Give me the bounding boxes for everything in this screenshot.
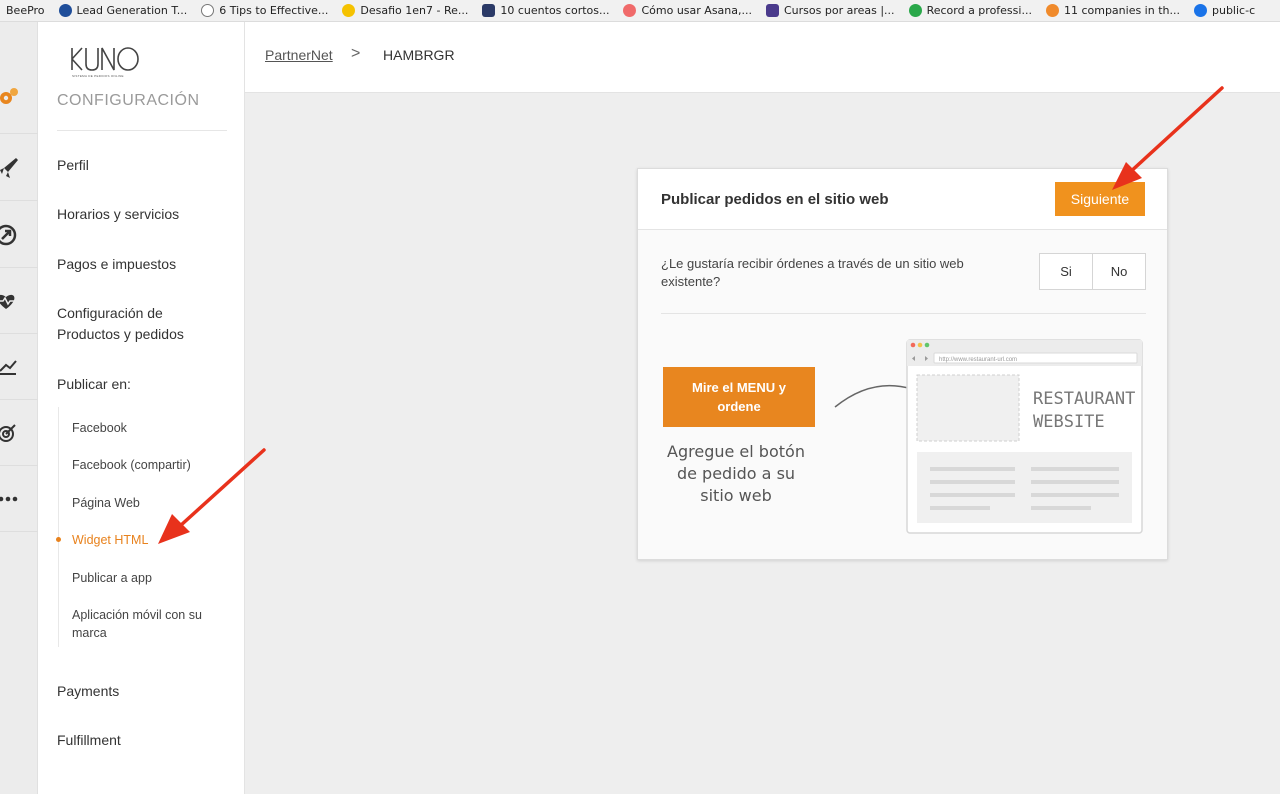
strip-rocket[interactable]	[0, 135, 38, 201]
moon-icon	[342, 4, 356, 17]
nav-perfil[interactable]: Perfil	[57, 155, 89, 176]
nav-pagos[interactable]: Pagos e impuestos	[57, 254, 176, 275]
strip-gears[interactable]	[0, 68, 38, 134]
chart-icon	[0, 359, 17, 375]
rocket-icon	[0, 157, 18, 178]
strip-chart[interactable]	[0, 334, 38, 400]
arrow-circle-icon	[0, 224, 17, 245]
breadcrumb-current: HAMBRGR	[383, 47, 455, 63]
nav-label-line2: Productos y pedidos	[57, 326, 184, 342]
bookmark-lead-generation[interactable]: Lead Generation T...	[58, 4, 187, 17]
asana-icon	[623, 4, 637, 17]
nav-fulfillment[interactable]: Fulfillment	[57, 730, 121, 751]
more-icon	[0, 496, 18, 501]
heartbeat-icon	[0, 294, 15, 309]
caption-line2: de pedido a su	[676, 464, 796, 483]
breadcrumb-partnernet[interactable]: PartnerNet	[265, 47, 333, 63]
gift-icon	[482, 4, 496, 17]
nav-horarios[interactable]: Horarios y servicios	[57, 204, 179, 225]
globe-icon	[1194, 4, 1207, 17]
card-header: Publicar pedidos en el sitio web Siguien…	[638, 169, 1167, 230]
bookmark-cursos[interactable]: Cursos por areas |...	[766, 4, 895, 17]
subnav-facebook-compartir[interactable]: Facebook (compartir)	[72, 456, 191, 474]
handwritten-caption: Agregue el botón de pedido a su sitio we…	[656, 441, 816, 507]
section-title: CONFIGURACIÓN	[57, 92, 200, 109]
card-title: Publicar pedidos en el sitio web	[661, 191, 889, 208]
menu-order-button[interactable]: Mire el MENU y ordene	[663, 367, 815, 427]
bookmark-cuentos[interactable]: 10 cuentos cortos...	[482, 4, 609, 17]
yes-no-toggle: Si No	[1039, 253, 1146, 290]
card-divider	[661, 313, 1146, 314]
target-icon	[0, 423, 16, 442]
bookmark-6-tips[interactable]: 6 Tips to Effective...	[201, 4, 328, 17]
strip-arrow-circle[interactable]	[0, 202, 38, 268]
active-indicator	[56, 537, 61, 542]
yes-button[interactable]: Si	[1040, 254, 1092, 289]
nav-configuracion-productos[interactable]: Configuración de Productos y pedidos	[57, 303, 184, 345]
bookmark-public[interactable]: public-c	[1194, 4, 1255, 17]
subnav-aplicacion-movil[interactable]: Aplicación móvil con su marca	[72, 606, 202, 642]
subnav-facebook[interactable]: Facebook	[72, 419, 127, 437]
logo-subtitle: SISTEMA DE PEDIDOS ONLINE	[72, 74, 124, 78]
circle-icon	[201, 4, 215, 17]
caption-line3: sitio web	[700, 486, 772, 505]
restaurant-website-illustration: http://www.restaurant-url.com RESTAURANT…	[906, 339, 1143, 534]
wordpress-icon	[58, 4, 72, 17]
breadcrumb-separator: >	[351, 45, 361, 62]
bookmark-desafio[interactable]: Desafio 1en7 - Re...	[342, 4, 468, 17]
icon-strip	[0, 22, 38, 794]
edx-icon	[766, 4, 779, 17]
sidebar: SISTEMA DE PEDIDOS ONLINE CONFIGURACIÓN …	[38, 22, 245, 794]
subnav-publicar-app[interactable]: Publicar a app	[72, 569, 152, 587]
subnav-label-line2: marca	[72, 626, 107, 640]
companies-icon	[1045, 4, 1059, 17]
bookmark-asana[interactable]: Cómo usar Asana,...	[623, 4, 752, 17]
header: PartnerNet > HAMBRGR	[245, 22, 1280, 93]
bookmark-11-companies[interactable]: 11 companies in th...	[1045, 4, 1180, 17]
nav-payments[interactable]: Payments	[57, 681, 119, 702]
publish-card: Publicar pedidos en el sitio web Siguien…	[637, 168, 1168, 560]
bookmark-record[interactable]: Record a professi...	[908, 4, 1032, 17]
subnav-line	[58, 407, 59, 647]
nav-publicar-en[interactable]: Publicar en:	[57, 374, 131, 395]
strip-target[interactable]	[0, 400, 38, 466]
nav-label-line1: Configuración de	[57, 305, 163, 321]
subnav-widget-html[interactable]: Widget HTML	[72, 531, 148, 549]
bookmarks-bar: BeePro Lead Generation T... 6 Tips to Ef…	[0, 0, 1280, 22]
siguiente-button[interactable]: Siguiente	[1055, 182, 1145, 216]
illus-title-line1: RESTAURANT	[1033, 389, 1135, 409]
caption-line1: Agregue el botón	[667, 442, 805, 461]
gears-icon	[0, 87, 18, 104]
illus-url: http://www.restaurant-url.com	[939, 357, 1017, 363]
question-text: ¿Le gustaría recibir órdenes a través de…	[661, 256, 964, 289]
strip-more[interactable]	[0, 466, 38, 532]
record-icon	[908, 4, 922, 17]
section-divider	[57, 130, 227, 131]
no-button[interactable]: No	[1092, 254, 1145, 289]
strip-heartbeat[interactable]	[0, 268, 38, 334]
bookmark-beepro[interactable]: BeePro	[6, 4, 45, 17]
subnav-pagina-web[interactable]: Página Web	[72, 494, 140, 512]
subnav-label-line1: Aplicación móvil con su	[72, 608, 202, 622]
illus-title-line2: WEBSITE	[1033, 412, 1105, 432]
